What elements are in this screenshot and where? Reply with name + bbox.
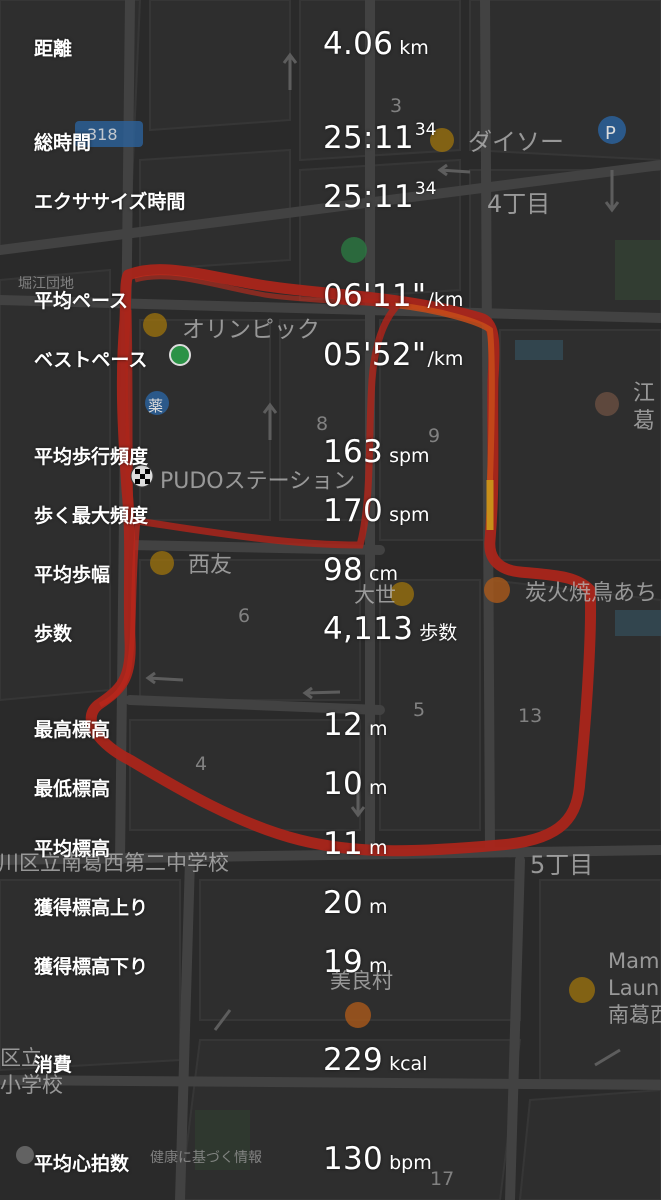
stat-label: 平均心拍数	[34, 1153, 130, 1175]
stat-value: 12 m	[323, 707, 388, 743]
stat-label: エクササイズ時間	[34, 191, 186, 213]
stat-label: 獲得標高下り	[34, 956, 149, 978]
stat-total-time: 総時間 25:1134	[0, 120, 661, 160]
stat-label: 距離	[34, 38, 73, 60]
stat-label: 最高標高	[34, 719, 111, 741]
stat-label: 平均歩幅	[34, 564, 111, 586]
svg-text:3: 3	[390, 95, 402, 117]
stat-elevation-gain: 獲得標高上り 20 m	[0, 885, 661, 925]
stat-value: 20 m	[323, 885, 388, 921]
stat-label: 歩数	[34, 623, 73, 645]
stat-value: 4,113 歩数	[323, 611, 458, 647]
stat-average-elevation: 平均標高 11 m	[0, 826, 661, 866]
svg-text:葛: 葛	[633, 409, 655, 434]
stat-value: 130 bpm	[323, 1141, 432, 1177]
stat-value: 25:1134	[323, 179, 437, 215]
stat-value: 4.06 km	[323, 26, 429, 62]
stat-label: 歩く最大頻度	[34, 505, 149, 527]
stat-max-elevation: 最高標高 12 m	[0, 707, 661, 747]
stat-label: 平均ペース	[34, 290, 129, 312]
stat-distance: 距離 4.06 km	[0, 26, 661, 66]
stat-value: 170 spm	[323, 493, 430, 529]
stat-average-cadence: 平均歩行頻度 163 spm	[0, 434, 661, 474]
stat-average-heart-rate: 平均心拍数 130 bpm	[0, 1141, 661, 1181]
stat-elevation-loss: 獲得標高下り 19 m	[0, 944, 661, 984]
stat-label: ベストペース	[34, 349, 148, 371]
stat-value: 229 kcal	[323, 1042, 428, 1078]
stat-label: 総時間	[34, 132, 92, 154]
stat-min-elevation: 最低標高 10 m	[0, 766, 661, 806]
svg-text:薬: 薬	[148, 397, 163, 415]
stat-label: 消費	[34, 1054, 73, 1076]
stat-average-stride: 平均歩幅 98 cm	[0, 552, 661, 592]
svg-text:江: 江	[633, 381, 655, 406]
stat-steps: 歩数 4,113 歩数	[0, 611, 661, 651]
stat-label: 最低標高	[34, 778, 111, 800]
stat-best-pace: ベストペース 05'52"/km	[0, 337, 661, 377]
stat-value: 11 m	[323, 826, 388, 862]
stat-calories: 消費 229 kcal	[0, 1042, 661, 1082]
stat-value: 10 m	[323, 766, 388, 802]
stat-value: 25:1134	[323, 120, 437, 156]
stat-max-cadence: 歩く最大頻度 170 spm	[0, 493, 661, 533]
stat-value: 163 spm	[323, 434, 430, 470]
stat-label: 獲得標高上り	[34, 897, 149, 919]
stat-value: 05'52"/km	[323, 337, 464, 373]
svg-text:南葛西: 南葛西	[608, 1003, 661, 1027]
stat-average-pace: 平均ペース 06'11"/km	[0, 278, 661, 318]
svg-text:8: 8	[316, 413, 328, 435]
stat-label: 平均標高	[34, 838, 111, 860]
stat-label: 平均歩行頻度	[34, 446, 149, 468]
stat-value: 19 m	[323, 944, 388, 980]
stat-value: 06'11"/km	[323, 278, 464, 314]
stat-exercise-time: エクササイズ時間 25:1134	[0, 179, 661, 219]
workout-detail-screen: ダイソー オリンピック PUDOステーション 西友 大世 炭火焼鳥あち 江 葛 …	[0, 0, 661, 1200]
stat-value: 98 cm	[323, 552, 399, 588]
